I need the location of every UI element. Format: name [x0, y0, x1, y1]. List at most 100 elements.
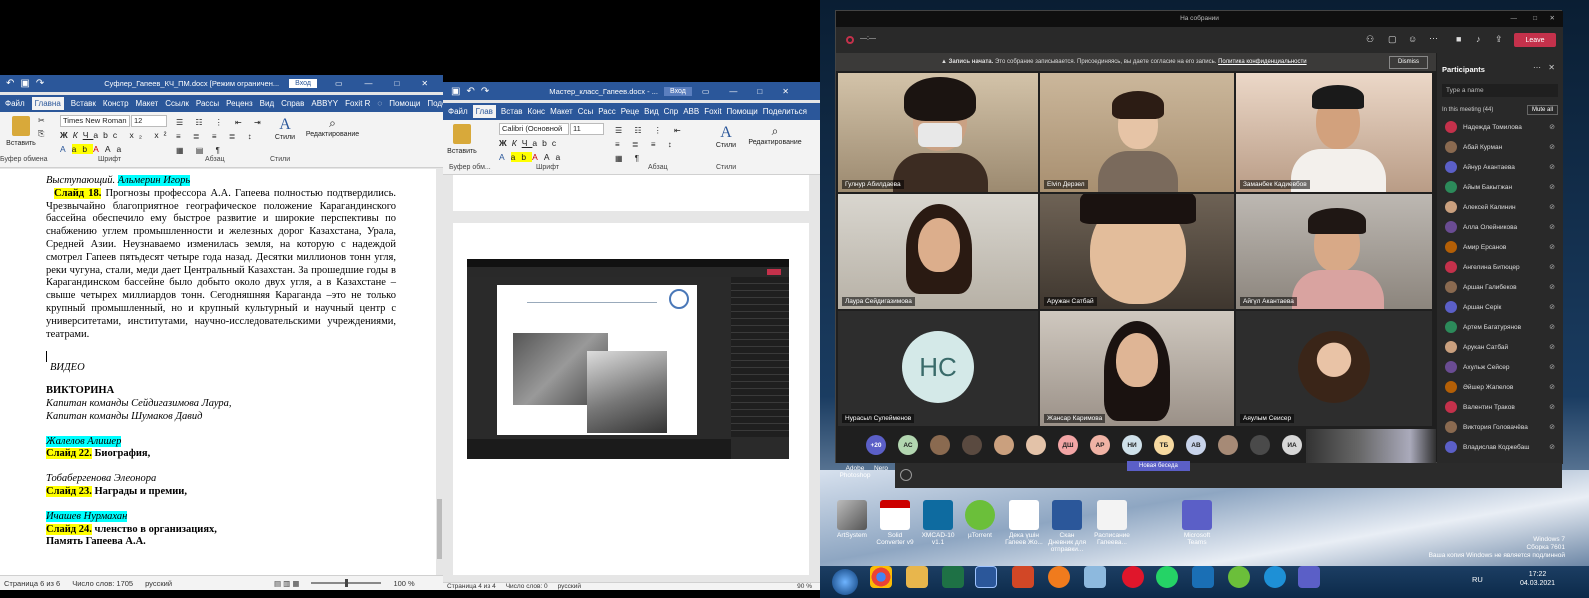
lightbulb-icon[interactable]: ◌ — [377, 99, 382, 108]
participant-chip[interactable] — [1250, 435, 1270, 455]
taskbar-explorer[interactable] — [906, 566, 928, 588]
redo-icon[interactable]: ↷ — [36, 78, 44, 89]
help-search[interactable]: Помощи — [727, 107, 758, 116]
share-button[interactable]: Поделиться — [427, 99, 443, 108]
participant-chip[interactable]: ДШ — [1058, 435, 1078, 455]
word1-document-area[interactable]: Выступающий. Альмерин Игорь Слайд 18. Пр… — [0, 169, 436, 577]
tab-file[interactable]: Файл — [5, 99, 25, 108]
in-meeting-header[interactable]: In this meeting (44) — [1442, 107, 1493, 113]
share-tray-icon[interactable]: ⇪ — [1495, 34, 1503, 45]
tab-foxit[interactable]: Foxit R — [345, 99, 370, 108]
participant-row[interactable]: Абай Курман ⊘ — [1437, 137, 1563, 157]
maximize-icon[interactable]: □ — [757, 87, 762, 96]
ribbon-display-icon[interactable]: ▭ — [702, 87, 710, 96]
word-count[interactable]: Число слов: 0 — [506, 583, 548, 590]
save-icon[interactable]: ▣ — [20, 78, 29, 89]
zoom-level[interactable]: 100 % — [393, 579, 414, 588]
video-tile-6[interactable]: Айгүл Акантаева — [1236, 194, 1432, 309]
minimize-icon[interactable]: — — [365, 79, 373, 88]
taskbar-powerpoint[interactable] — [1012, 566, 1034, 588]
close-icon[interactable]: ✕ — [1550, 11, 1555, 27]
page-count[interactable]: Страница 6 из 6 — [4, 579, 60, 588]
tab-review[interactable]: Реце — [621, 107, 639, 116]
desktop-icon-artsystem[interactable]: ArtSystem — [832, 500, 872, 539]
paragraph-buttons[interactable]: ☰ ☷ ⋮ ⇤ ≡ ≣ ≡ ↕ ▦ ¶ — [615, 124, 686, 166]
participant-chip[interactable]: НИ — [1122, 435, 1142, 455]
reactions-icon[interactable]: ☺ — [1408, 34, 1417, 44]
word1-scrollbar[interactable] — [436, 169, 443, 577]
video-tile-2[interactable]: Elvin Дерзел — [1040, 73, 1234, 192]
tab-review[interactable]: Реценз — [226, 99, 252, 108]
start-button[interactable] — [832, 569, 858, 595]
tab-help[interactable]: Справ — [281, 99, 304, 108]
zoom-slider[interactable] — [311, 579, 382, 587]
maximize-icon[interactable]: □ — [1533, 11, 1537, 27]
desktop-icon-solid-converter[interactable]: Solid Converter v9 — [875, 500, 915, 546]
participant-chip[interactable] — [1218, 435, 1238, 455]
mute-all-button[interactable]: Mute all — [1526, 105, 1558, 115]
video-tile-7[interactable]: НС Нурасыл Сулейменов — [838, 311, 1038, 426]
tab-home[interactable]: Глав — [472, 105, 496, 118]
participant-row[interactable]: Виктория Головачёва ⊘ — [1437, 417, 1563, 437]
font-name-select[interactable]: Times New Roman — [60, 115, 130, 127]
tab-insert[interactable]: Встав — [501, 107, 523, 116]
participant-chip[interactable] — [930, 435, 950, 455]
video-tile-1[interactable]: Гулнур Абилдаева — [838, 73, 1038, 192]
camera-icon[interactable]: ■ — [1456, 34, 1461, 44]
help-search[interactable]: Помощи — [389, 99, 420, 108]
taskbar-avast[interactable] — [1048, 566, 1070, 588]
participant-row[interactable]: Владислав Коджебаш ⊘ — [1437, 437, 1563, 457]
page-count[interactable]: Страница 4 из 4 — [447, 583, 496, 590]
participant-row[interactable]: Айнур Акантаева ⊘ — [1437, 157, 1563, 177]
undo-icon[interactable]: ↶ — [466, 86, 474, 97]
word2-document-area[interactable] — [443, 175, 813, 577]
participant-row[interactable]: Амир Ерсанов ⊘ — [1437, 237, 1563, 257]
share-button[interactable]: Поделиться — [763, 107, 807, 116]
language[interactable]: русский — [145, 579, 172, 588]
participant-chip[interactable]: ИА — [1282, 435, 1302, 455]
panel-close-icon[interactable]: ✕ — [1548, 63, 1555, 72]
paste-button[interactable]: Вставить — [6, 116, 36, 147]
video-tile-9[interactable]: Аяулым Сеисер — [1236, 311, 1432, 426]
taskbar-whatsapp[interactable] — [1156, 566, 1178, 588]
participant-search-input[interactable]: Type a name — [1442, 84, 1558, 97]
people-icon[interactable]: ⚇ — [1366, 34, 1374, 45]
maximize-icon[interactable]: □ — [395, 79, 400, 88]
font-name-select[interactable]: Calibri (Основной — [499, 123, 569, 135]
participant-row[interactable]: Ангелина Битюцер ⊘ — [1437, 257, 1563, 277]
participant-chip[interactable]: ТБ — [1154, 435, 1174, 455]
participant-chip[interactable]: АС — [898, 435, 918, 455]
format-buttons[interactable]: ЖКЧabc — [499, 138, 561, 148]
language-indicator[interactable]: RU — [1472, 575, 1483, 584]
taskbar-opera[interactable] — [1122, 566, 1144, 588]
participant-row[interactable]: Валентин Траков ⊘ — [1437, 397, 1563, 417]
video-tile-5[interactable]: Аружан Сатбай — [1040, 194, 1234, 309]
embedded-teams-screenshot[interactable] — [467, 259, 789, 459]
participant-row[interactable]: Алексей Калинин ⊘ — [1437, 197, 1563, 217]
leave-button[interactable]: Leave — [1514, 33, 1556, 47]
format-buttons[interactable]: ЖКЧabc x₂ x² — [60, 130, 171, 140]
taskbar-paint[interactable] — [1084, 566, 1106, 588]
font-size-select[interactable]: 12 — [131, 115, 167, 127]
mic-icon[interactable]: ♪ — [1476, 34, 1481, 44]
tab-design[interactable]: Констр — [103, 99, 129, 108]
save-icon[interactable]: ▣ — [451, 86, 460, 97]
copy-icon[interactable]: ⎘ — [38, 129, 44, 139]
font-size-select[interactable]: 11 — [570, 123, 604, 135]
tab-abbyy[interactable]: ABBYY — [311, 99, 338, 108]
desktop-icon-nero[interactable]: Nero — [870, 465, 892, 472]
taskbar-excel[interactable] — [942, 566, 964, 588]
tab-view[interactable]: Вид — [260, 99, 274, 108]
desktop-icon-xmcad[interactable]: XMCAD-10 v1.1 — [918, 500, 958, 546]
tab-file[interactable]: Файл — [448, 107, 468, 116]
word-count[interactable]: Число слов: 1705 — [72, 579, 133, 588]
tab-view[interactable]: Вид — [644, 107, 658, 116]
tab-design[interactable]: Конс — [528, 107, 546, 116]
styles-button[interactable]: A Стили — [270, 116, 300, 141]
taskbar-chrome[interactable] — [870, 566, 892, 588]
desktop-icon-doc1[interactable]: Дека үшін Гапеев Жо... — [1004, 500, 1044, 546]
editing-button[interactable]: ⌕ Редактирование — [745, 124, 805, 146]
view-icons[interactable]: ▤ ▥ ▦ — [274, 579, 299, 588]
taskbar-utorrent[interactable] — [1228, 566, 1250, 588]
taskbar-media[interactable] — [1192, 566, 1214, 588]
